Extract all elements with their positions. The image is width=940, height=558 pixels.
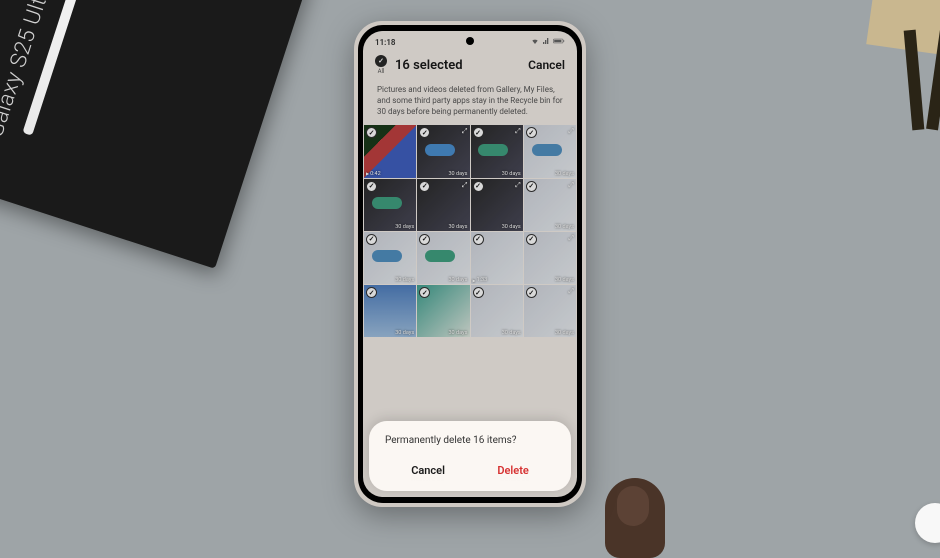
- phone-screen: 11:18 All: [363, 31, 577, 497]
- product-box: Galaxy S25 Ultra: [0, 0, 311, 269]
- dialog-cancel-button[interactable]: Cancel: [393, 460, 463, 481]
- wooden-stand: [840, 0, 940, 160]
- corner-decoration: [915, 503, 940, 543]
- phone-frame: 11:18 All: [354, 21, 586, 507]
- dialog-button-row: Cancel Delete: [385, 460, 555, 481]
- dialog-delete-button[interactable]: Delete: [479, 460, 546, 481]
- front-camera-hole: [466, 37, 474, 45]
- phone-body: 11:18 All: [358, 25, 582, 503]
- confirm-delete-dialog: Permanently delete 16 items? Cancel Dele…: [369, 421, 571, 491]
- dialog-title: Permanently delete 16 items?: [385, 435, 555, 446]
- human-thumb: [605, 478, 665, 558]
